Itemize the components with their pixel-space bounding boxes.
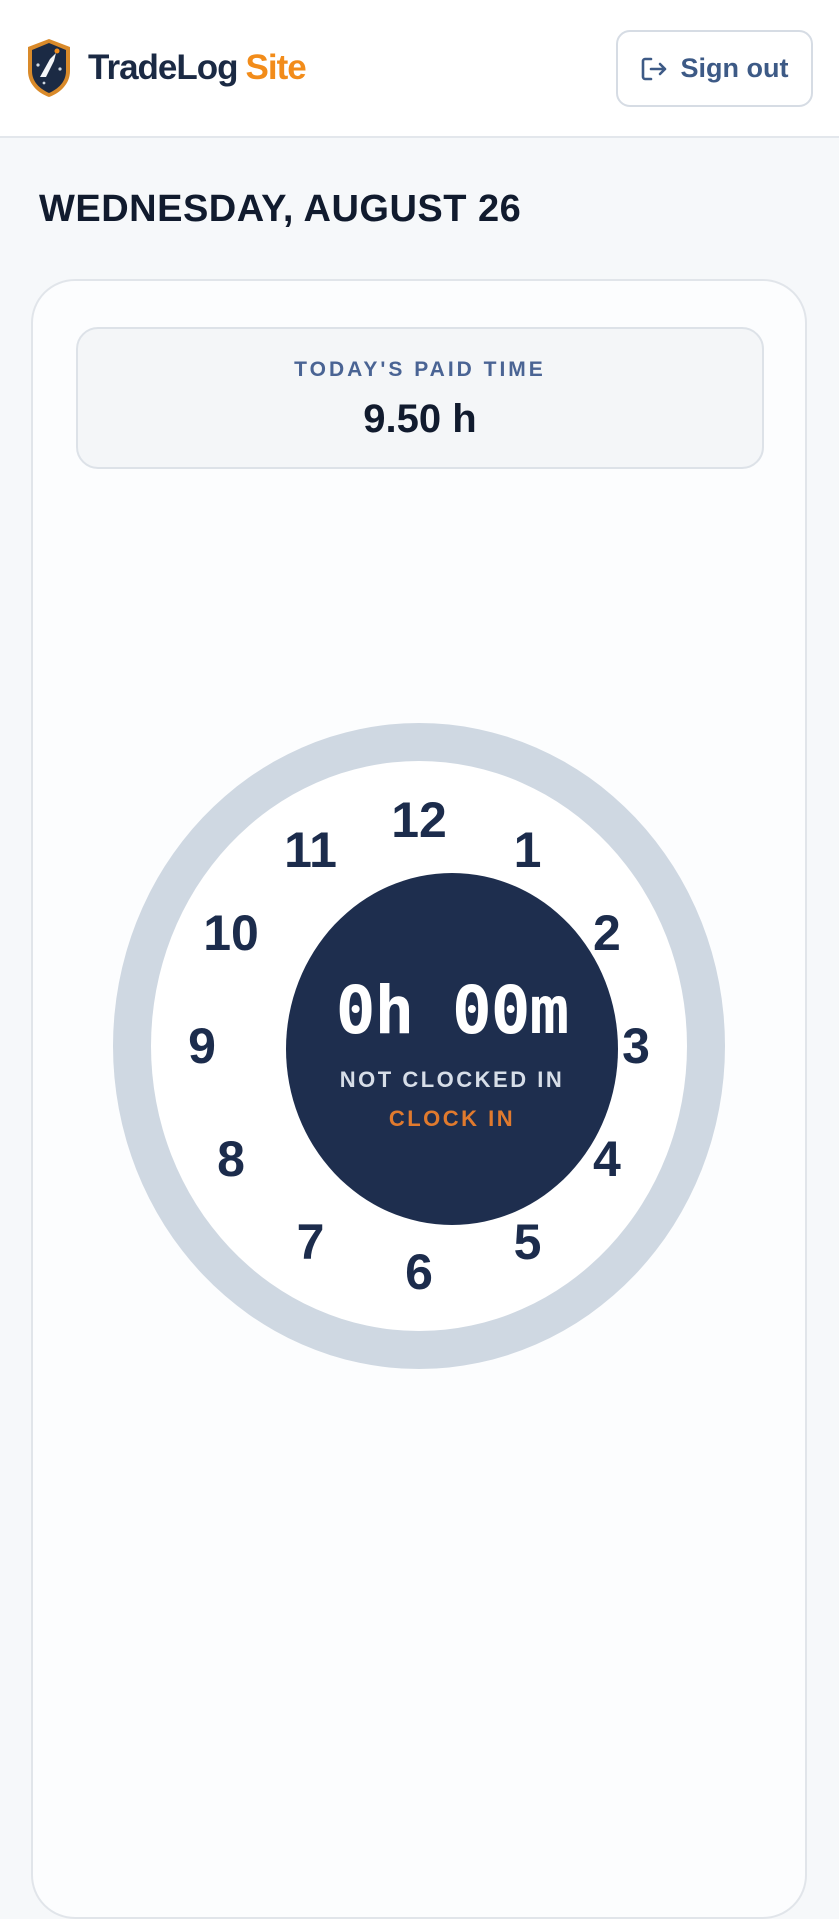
- app-header: TradeLog Site Sign out: [0, 0, 839, 138]
- hour-number-8: 8: [217, 1131, 245, 1187]
- hour-number-3: 3: [622, 1018, 650, 1074]
- hour-number-2: 2: [593, 905, 621, 961]
- hour-number-6: 6: [405, 1244, 433, 1300]
- shield-logo-icon: [28, 39, 70, 97]
- clock-in-button[interactable]: 0h 00m NOT CLOCKED IN CLOCK IN: [286, 873, 618, 1225]
- brand-secondary: Site: [245, 48, 307, 87]
- time-card: TODAY'S PAID TIME 9.50 h 0h 00m NOT CLOC…: [31, 279, 807, 1919]
- hour-number-1: 1: [513, 822, 542, 879]
- clock-dial: 0h 00m NOT CLOCKED IN CLOCK IN 12 1 2 3 4 5 6 7…: [113, 723, 725, 1369]
- paid-time-label: TODAY'S PAID TIME: [294, 358, 546, 381]
- date-heading: WEDNESDAY, AUGUST 26: [39, 188, 522, 230]
- hour-number-4: 4: [593, 1131, 621, 1187]
- hour-number-12: 12: [391, 792, 447, 848]
- clock-in-label: CLOCK IN: [388, 1106, 516, 1131]
- brand-name: TradeLog Site: [88, 48, 307, 88]
- logout-icon: [641, 57, 666, 80]
- paid-time-value: 9.50 h: [363, 397, 477, 441]
- hour-number-10: 10: [203, 905, 259, 961]
- paid-time-summary: TODAY'S PAID TIME 9.50 h: [76, 327, 764, 469]
- clock-status: NOT CLOCKED IN: [339, 1067, 565, 1092]
- hour-number-7: 7: [296, 1213, 325, 1270]
- brand-primary: TradeLog: [88, 48, 239, 87]
- hour-number-9: 9: [188, 1018, 216, 1074]
- hour-number-5: 5: [513, 1213, 542, 1270]
- sign-out-label: Sign out: [680, 53, 789, 83]
- hour-number-11: 11: [284, 822, 337, 879]
- elapsed-time: 0h 00m: [335, 972, 569, 1049]
- sign-out-button[interactable]: Sign out: [616, 30, 813, 107]
